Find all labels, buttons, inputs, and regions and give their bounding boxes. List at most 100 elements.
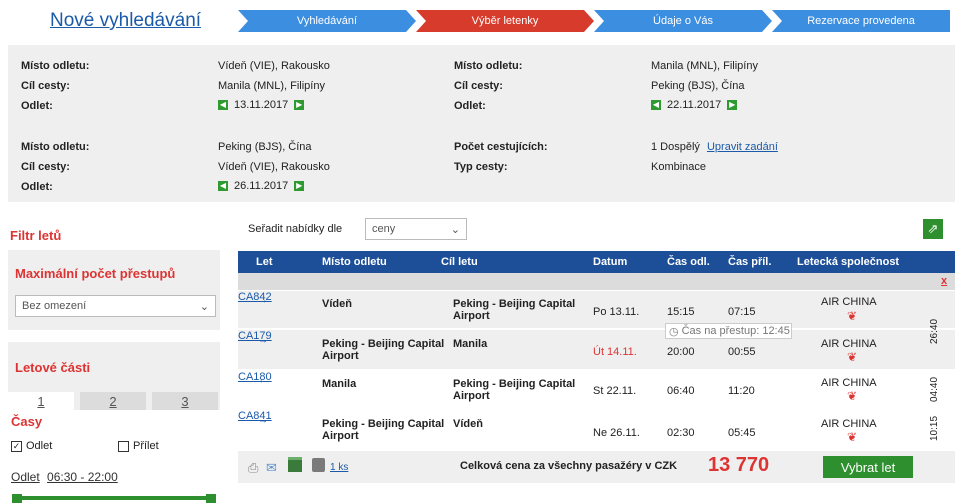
checkbox-unchecked-icon[interactable] <box>118 440 129 452</box>
direction-arrow-icon: → <box>258 415 268 426</box>
edit-search-link[interactable]: Upravit zadání <box>707 141 778 153</box>
leg2-from: Manila (MNL), Filipíny <box>651 60 758 72</box>
transfer-time: Čas na přestup: 12:45 <box>681 325 790 337</box>
dep-cell: 02:30 <box>667 427 695 439</box>
search-summary: Místo odletu: Vídeň (VIE), Rakousko Cíl … <box>8 45 955 202</box>
arr-cell: 11:20 <box>728 385 755 397</box>
trip-type-value: Kombinace <box>651 161 707 173</box>
tab-segment-1[interactable]: 1 <box>8 392 74 410</box>
export-icon[interactable]: ⇗ <box>923 219 943 239</box>
slider-handle-right[interactable] <box>206 494 216 503</box>
leg3-from-label: Místo odletu: <box>21 141 90 153</box>
print-icon[interactable]: ⎙ <box>248 460 258 476</box>
air-china-logo-icon: ❦ <box>847 430 858 444</box>
col-arr: Čas příl. <box>728 256 772 268</box>
to-cell: Peking - Beijing Capital Airport <box>453 298 576 322</box>
table-row[interactable]: → CA179 Peking - Beijing Capital Airport… <box>238 330 955 370</box>
col-from: Místo odletu <box>322 256 387 268</box>
chevron-down-icon: ⌄ <box>199 300 209 313</box>
next-date-icon[interactable]: ▶ <box>294 100 305 110</box>
passengers-label: Počet cestujících: <box>454 141 548 153</box>
table-header: Let Místo odletu Cíl letu Datum Čas odl.… <box>238 251 955 273</box>
time-slider-track[interactable] <box>16 496 212 500</box>
leg1-date-picker: ◀ 13.11.2017 ▶ <box>218 99 305 111</box>
airline-cell: AIR CHINA <box>821 418 877 430</box>
close-offer-icon[interactable]: x <box>941 275 947 287</box>
table-row[interactable]: → CA842 Vídeň Peking - Beijing Capital A… <box>238 291 955 329</box>
max-stops-title: Maximální počet přestupů <box>15 266 176 281</box>
direction-arrow-icon: → <box>258 295 268 306</box>
slider-handle-left[interactable] <box>12 494 22 503</box>
passengers-value: 1 Dospělý Upravit zadání <box>651 141 778 153</box>
tab-segment-3[interactable]: 3 <box>152 392 218 410</box>
table-row[interactable]: ← CA180 Manila Peking - Beijing Capital … <box>238 371 955 409</box>
air-china-logo-icon: ❦ <box>847 309 858 323</box>
leg2-to: Peking (BJS), Čína <box>651 80 745 92</box>
air-china-logo-icon: ❦ <box>847 350 858 364</box>
segments-title: Letové části <box>15 360 91 375</box>
leg1-to-label: Cíl cesty: <box>21 80 70 92</box>
email-icon[interactable]: ✉ <box>266 460 277 476</box>
airline-cell: AIR CHINA <box>821 296 877 308</box>
leg3-date: 26.11.2017 <box>234 180 289 192</box>
departure-checkbox-wrap[interactable]: ✓ Odlet <box>11 440 52 452</box>
next-date-icon[interactable]: ▶ <box>294 181 305 191</box>
step-your-details: Údaje o Vás <box>594 10 772 32</box>
duration-middle: 04:40 <box>929 376 941 403</box>
col-to: Cíl letu <box>441 256 478 268</box>
new-search-link[interactable]: Nové vyhledávání <box>50 10 201 32</box>
clock-icon: ◷ <box>669 325 679 338</box>
leg1-date: 13.11.2017 <box>234 99 289 111</box>
leg1-to: Manila (MNL), Filipíny <box>218 80 325 92</box>
departure-range-value: 06:30 - 22:00 <box>47 470 118 484</box>
prev-date-icon[interactable]: ◀ <box>218 100 228 110</box>
air-china-logo-icon: ❦ <box>847 389 858 403</box>
segments-panel: Letové části 1 2 3 Časy ✓ Odlet Přílet O… <box>8 342 220 503</box>
dep-cell: 20:00 <box>667 346 695 358</box>
totals-bar: ⎙ ✉ 1 ks Celková cena za všechny pasažér… <box>238 451 955 483</box>
checkbox-checked-icon[interactable]: ✓ <box>11 440 22 452</box>
duration-return: 10:15 <box>929 415 941 442</box>
date-cell: St 22.11. <box>593 385 637 397</box>
step-label: Výběr letenky <box>471 15 539 27</box>
total-label: Celková cena za všechny pasažéry v CZK <box>460 460 678 472</box>
arrival-checkbox-wrap[interactable]: Přílet <box>118 440 159 452</box>
next-date-icon[interactable]: ▶ <box>727 100 738 110</box>
leg2-to-label: Cíl cesty: <box>454 80 503 92</box>
from-cell: Peking - Beijing Capital Airport <box>322 418 445 442</box>
sort-select[interactable]: ceny ⌄ <box>365 218 467 240</box>
leg2-date-label: Odlet: <box>454 100 486 112</box>
leg3-to-label: Cíl cesty: <box>21 161 70 173</box>
col-flight: Let <box>256 256 273 268</box>
passengers-count: 1 Dospělý <box>651 141 700 153</box>
departure-range: Odlet 06:30 - 22:00 <box>11 470 118 484</box>
max-stops-select[interactable]: Bez omezení ⌄ <box>15 295 216 317</box>
step-label: Rezervace provedena <box>807 15 915 27</box>
prev-date-icon[interactable]: ◀ <box>218 181 228 191</box>
step-label: Údaje o Vás <box>653 15 713 27</box>
total-price: 13 770 <box>708 454 770 476</box>
col-airline: Letecká společnost <box>797 256 900 268</box>
leg1-date-label: Odlet: <box>21 100 53 112</box>
arr-cell: 00:55 <box>728 346 756 358</box>
sort-label: Seřadit nabídky dle <box>248 223 343 235</box>
baggage-count-link[interactable]: 1 ks <box>330 462 348 473</box>
leg3-to: Vídeň (VIE), Rakousko <box>218 161 330 173</box>
date-cell: Út 14.11. <box>593 346 637 358</box>
tab-segment-2[interactable]: 2 <box>80 392 146 410</box>
direction-arrow-icon: → <box>258 335 268 346</box>
prev-date-icon[interactable]: ◀ <box>651 100 661 110</box>
leg1-from-label: Místo odletu: <box>21 60 90 72</box>
chevron-down-icon: ⌄ <box>450 223 460 236</box>
fare-rules-icon[interactable] <box>288 457 302 472</box>
table-row[interactable]: → CA841 Peking - Beijing Capital Airport… <box>238 410 955 450</box>
progress-steps: Vyhledávání Výběr letenky Údaje o Vás Re… <box>238 10 950 32</box>
leg3-date-label: Odlet: <box>21 181 53 193</box>
dep-cell: 15:15 <box>667 306 695 318</box>
trip-type-label: Typ cesty: <box>454 161 508 173</box>
step-reservation-done: Rezervace provedena <box>772 10 950 32</box>
departure-range-label: Odlet <box>11 470 40 484</box>
select-flight-button[interactable]: Vybrat let <box>823 456 913 478</box>
step-select-ticket: Výběr letenky <box>416 10 594 32</box>
to-cell: Manila <box>453 338 488 350</box>
